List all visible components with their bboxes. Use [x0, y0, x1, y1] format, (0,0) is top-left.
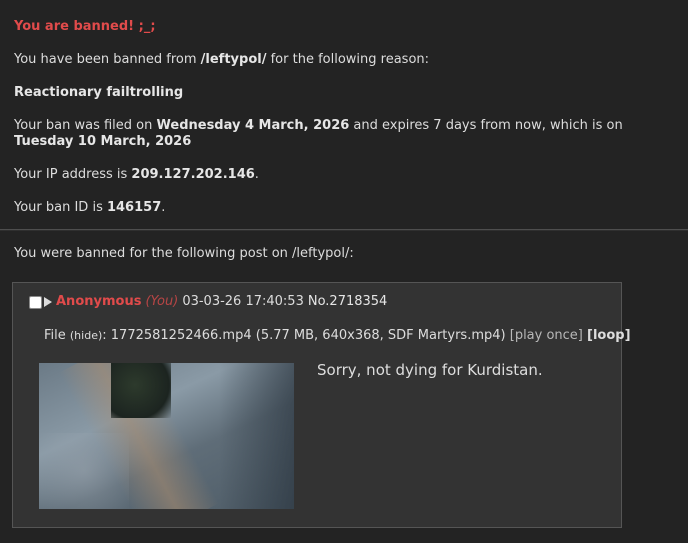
play-once-link[interactable]: [play once] [506, 328, 587, 343]
you-marker: (You) [145, 294, 179, 309]
ban-id-line: Your ban ID is 146157. [14, 200, 674, 216]
ban-ip: 209.127.202.146 [131, 167, 255, 182]
ban-filed-prefix: Your ban was filed on [14, 118, 157, 133]
ban-expires-date: Tuesday 10 March, 2026 [14, 134, 192, 149]
ban-title: You are banned! ;_; [14, 19, 156, 34]
original-file-name[interactable]: SDF Martyrs.mp4 [388, 328, 501, 343]
ban-board-line: You have been banned from /leftypol/ for… [14, 52, 674, 68]
ban-id-suffix: . [161, 200, 166, 215]
video-thumbnail[interactable] [39, 363, 294, 509]
triangle-right-icon[interactable] [44, 297, 52, 307]
ban-ip-line: Your IP address is 209.127.202.146. [14, 167, 674, 183]
ban-ip-suffix: . [254, 167, 259, 182]
ban-board-suffix: for the following reason: [266, 52, 430, 67]
ban-expiry-text: and expires 7 days from now, which is on [349, 118, 623, 133]
checkbox-icon[interactable] [29, 295, 42, 309]
post-datetime: 03-03-26 17:40:53 [182, 294, 304, 309]
thumbnail-dark-area [111, 363, 171, 418]
ban-notice: You are banned! ;_; You have been banned… [0, 0, 688, 216]
ban-id: 146157 [106, 200, 162, 215]
thumbnail-light-area [39, 433, 129, 509]
ban-board-prefix: You have been banned from [14, 52, 201, 67]
post-header: Anonymous (You) 03-03-26 17:40:53 No.271… [29, 294, 387, 310]
ban-reason: Reactionary failtrolling [14, 85, 674, 101]
ban-reason-text: Reactionary failtrolling [14, 85, 184, 100]
loop-link[interactable]: [loop] [587, 328, 631, 343]
thumbnail-shade [219, 363, 294, 509]
ban-dates-line: Your ban was filed on Wednesday 4 March,… [14, 118, 674, 150]
ban-id-prefix: Your ban ID is [14, 200, 107, 215]
banned-post: Anonymous (You) 03-03-26 17:40:53 No.271… [12, 282, 631, 528]
post-intro: You were banned for the following post o… [14, 246, 354, 261]
file-info: File (hide): 1772581252466.mp4 (5.77 MB,… [44, 328, 631, 344]
file-name-link[interactable]: 1772581252466.mp4 [111, 328, 252, 343]
ban-ip-prefix: Your IP address is [14, 167, 132, 182]
poster-name: Anonymous [56, 294, 142, 309]
file-label: File [44, 328, 70, 343]
post-number-link[interactable]: No.2718354 [308, 294, 387, 310]
ban-filed-date: Wednesday 4 March, 2026 [156, 118, 350, 133]
hide-file-link[interactable]: (hide) [70, 329, 102, 342]
post-message: Sorry, not dying for Kurdistan. [317, 361, 543, 379]
file-colon: : [102, 328, 111, 343]
file-meta-prefix: (5.77 MB, 640x368, [251, 328, 388, 343]
ban-board: /leftypol/ [200, 52, 267, 67]
